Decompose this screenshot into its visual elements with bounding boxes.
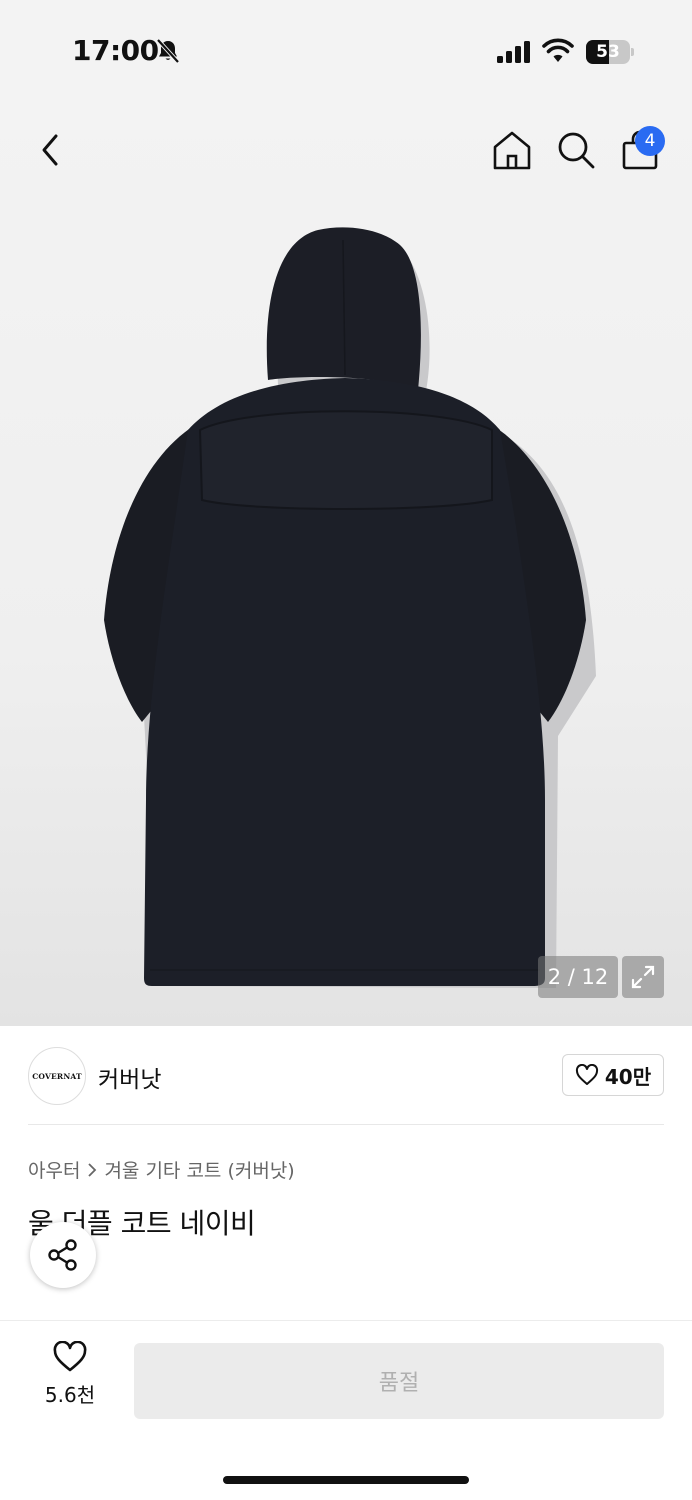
brand-logo-text: COVERNAT	[32, 1071, 82, 1081]
wifi-icon	[542, 38, 574, 62]
wishlist-count: 5.6천	[44, 1383, 96, 1407]
back-arrow-icon	[42, 134, 58, 166]
expand-icon	[631, 965, 655, 989]
home-indicator[interactable]	[223, 1476, 469, 1484]
home-icon	[493, 131, 531, 170]
back-button[interactable]	[30, 128, 70, 172]
heart-icon	[575, 1064, 598, 1085]
share-button[interactable]	[30, 1222, 96, 1288]
battery-icon: 53	[586, 40, 634, 64]
breadcrumb-item-category[interactable]: 아우터	[28, 1156, 80, 1183]
image-counter: 2 / 12	[538, 956, 618, 998]
brand-like-count: 40만	[604, 1064, 652, 1089]
bottom-action-bar: 5.6천 품절	[0, 1320, 692, 1500]
battery-percent: 53	[596, 42, 620, 62]
chevron-right-icon	[88, 1162, 97, 1177]
search-icon	[558, 132, 595, 169]
divider	[28, 1124, 664, 1125]
brand-like-button[interactable]: 40만	[562, 1054, 664, 1096]
top-nav	[0, 100, 692, 200]
cart-count-badge: 4	[635, 126, 665, 156]
heart-icon	[53, 1341, 87, 1372]
status-time: 17:00	[72, 34, 159, 67]
product-image[interactable]	[0, 100, 692, 1026]
sold-out-button[interactable]: 품절	[134, 1343, 664, 1419]
breadcrumb: 아우터 겨울 기타 코트 (커버낫)	[28, 1156, 295, 1183]
brand-name[interactable]: 커버낫	[98, 1060, 161, 1094]
expand-button[interactable]	[622, 956, 664, 998]
search-button[interactable]	[554, 128, 598, 172]
coat-image	[104, 227, 596, 988]
status-bar: 17:00 53	[0, 0, 692, 100]
share-icon	[48, 1239, 77, 1271]
bell-off-icon	[156, 38, 180, 64]
brand-row[interactable]: COVERNAT 커버낫 40만	[0, 1026, 692, 1126]
wishlist-button[interactable]: 5.6천	[28, 1341, 112, 1421]
home-button[interactable]	[490, 128, 534, 172]
signal-icon	[497, 41, 530, 63]
brand-logo[interactable]: COVERNAT	[28, 1047, 86, 1105]
breadcrumb-item-subcategory[interactable]: 겨울 기타 코트 (커버낫)	[104, 1156, 294, 1183]
